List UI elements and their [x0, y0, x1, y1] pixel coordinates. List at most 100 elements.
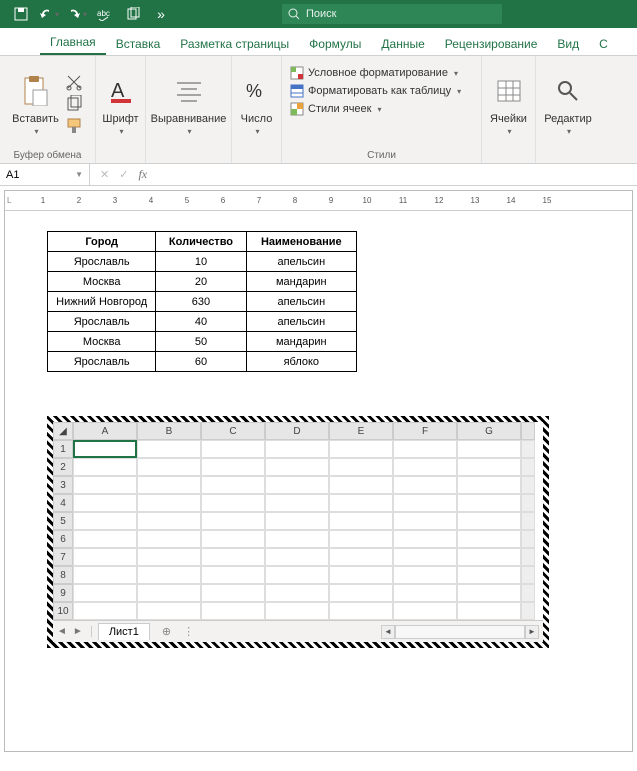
hscroll-left-icon[interactable]: ◄	[381, 625, 395, 639]
alignment-button[interactable]: Выравнивание▾	[151, 70, 227, 138]
cell[interactable]	[201, 548, 265, 566]
cell[interactable]	[457, 458, 521, 476]
cell[interactable]	[201, 584, 265, 602]
tab-help[interactable]: С	[589, 32, 618, 55]
number-button[interactable]: % Число▾	[235, 70, 279, 138]
cell[interactable]	[201, 494, 265, 512]
cell[interactable]	[329, 584, 393, 602]
cell[interactable]	[393, 494, 457, 512]
cell[interactable]	[393, 458, 457, 476]
undo-icon[interactable]: ▾	[36, 3, 62, 25]
row-header[interactable]: 4	[53, 494, 73, 512]
cell[interactable]	[73, 566, 137, 584]
col-header[interactable]: D	[265, 422, 329, 440]
tab-data[interactable]: Данные	[371, 32, 434, 55]
tab-insert[interactable]: Вставка	[106, 32, 171, 55]
cell[interactable]	[137, 602, 201, 620]
row-header[interactable]: 6	[53, 530, 73, 548]
cell[interactable]	[265, 530, 329, 548]
embedded-spreadsheet[interactable]: ◢ A B C D E F G 12345678910 ◄ ► Лист1 ⊕ …	[47, 416, 549, 648]
cell[interactable]	[265, 512, 329, 530]
corner-cell[interactable]: ◢	[53, 422, 73, 440]
row-header[interactable]: 2	[53, 458, 73, 476]
row-header[interactable]: 7	[53, 548, 73, 566]
row-header[interactable]: 9	[53, 584, 73, 602]
cancel-icon[interactable]: ✕	[100, 168, 109, 181]
cell[interactable]	[457, 476, 521, 494]
cell[interactable]	[73, 548, 137, 566]
cell[interactable]	[457, 566, 521, 584]
font-button[interactable]: A Шрифт▾	[99, 70, 143, 138]
cell[interactable]	[137, 584, 201, 602]
cell[interactable]	[137, 440, 201, 458]
chevron-down-icon[interactable]: ▼	[75, 170, 83, 179]
cell[interactable]	[73, 512, 137, 530]
cell[interactable]	[73, 530, 137, 548]
col-header[interactable]: B	[137, 422, 201, 440]
search-input[interactable]: Поиск	[282, 4, 502, 24]
cell-styles-button[interactable]: Стили ячеек▾	[290, 102, 461, 116]
cell[interactable]	[393, 476, 457, 494]
row-header[interactable]: 8	[53, 566, 73, 584]
tab-splitter[interactable]: ⋮	[183, 625, 194, 638]
cell[interactable]	[393, 548, 457, 566]
sheet-nav-prev-icon[interactable]: ◄	[57, 626, 67, 637]
cell[interactable]	[265, 476, 329, 494]
cell[interactable]	[457, 512, 521, 530]
cell[interactable]	[201, 602, 265, 620]
row-header[interactable]: 10	[53, 602, 73, 620]
cell[interactable]	[73, 476, 137, 494]
cell[interactable]	[393, 602, 457, 620]
cell[interactable]	[329, 512, 393, 530]
tab-home[interactable]: Главная	[40, 30, 106, 55]
tab-review[interactable]: Рецензирование	[435, 32, 548, 55]
document-area[interactable]: Город Количество Наименование Ярославль1…	[5, 211, 632, 751]
cell[interactable]	[393, 440, 457, 458]
cut-icon[interactable]	[65, 73, 83, 91]
cell[interactable]	[457, 440, 521, 458]
cell[interactable]	[457, 584, 521, 602]
cell[interactable]	[265, 548, 329, 566]
cell[interactable]	[137, 476, 201, 494]
cell[interactable]	[329, 566, 393, 584]
row-header[interactable]: 1	[53, 440, 73, 458]
cells-button[interactable]: Ячейки▾	[487, 70, 531, 138]
hscroll-right-icon[interactable]: ►	[525, 625, 539, 639]
tab-formulas[interactable]: Формулы	[299, 32, 371, 55]
cell[interactable]	[329, 440, 393, 458]
cell[interactable]	[329, 530, 393, 548]
hscroll-track[interactable]	[395, 625, 525, 639]
sheet-tab[interactable]: Лист1	[98, 623, 150, 640]
cell[interactable]	[137, 512, 201, 530]
col-header[interactable]: F	[393, 422, 457, 440]
cell[interactable]	[265, 602, 329, 620]
cell[interactable]	[201, 440, 265, 458]
copy-small-icon[interactable]	[65, 95, 83, 113]
cell[interactable]	[329, 602, 393, 620]
format-as-table-button[interactable]: Форматировать как таблицу▾	[290, 84, 461, 98]
cell[interactable]	[265, 494, 329, 512]
cell[interactable]	[201, 476, 265, 494]
cell[interactable]	[393, 512, 457, 530]
name-box[interactable]: A1 ▼	[0, 164, 90, 185]
cell[interactable]	[265, 584, 329, 602]
cell[interactable]	[201, 566, 265, 584]
enter-icon[interactable]: ✓	[119, 168, 128, 181]
redo-icon[interactable]: ▾	[64, 3, 90, 25]
cell[interactable]	[137, 548, 201, 566]
cell[interactable]	[137, 566, 201, 584]
cell[interactable]	[329, 458, 393, 476]
cell[interactable]	[201, 530, 265, 548]
cell[interactable]	[201, 458, 265, 476]
cell[interactable]	[73, 602, 137, 620]
cell[interactable]	[73, 440, 137, 458]
cell[interactable]	[393, 530, 457, 548]
cell[interactable]	[393, 584, 457, 602]
row-header[interactable]: 5	[53, 512, 73, 530]
cell[interactable]	[137, 458, 201, 476]
add-sheet-icon[interactable]: ⊕	[162, 625, 171, 638]
cell[interactable]	[329, 494, 393, 512]
cell[interactable]	[265, 566, 329, 584]
cell[interactable]	[457, 602, 521, 620]
paste-button[interactable]: Вставить▾	[12, 70, 59, 138]
